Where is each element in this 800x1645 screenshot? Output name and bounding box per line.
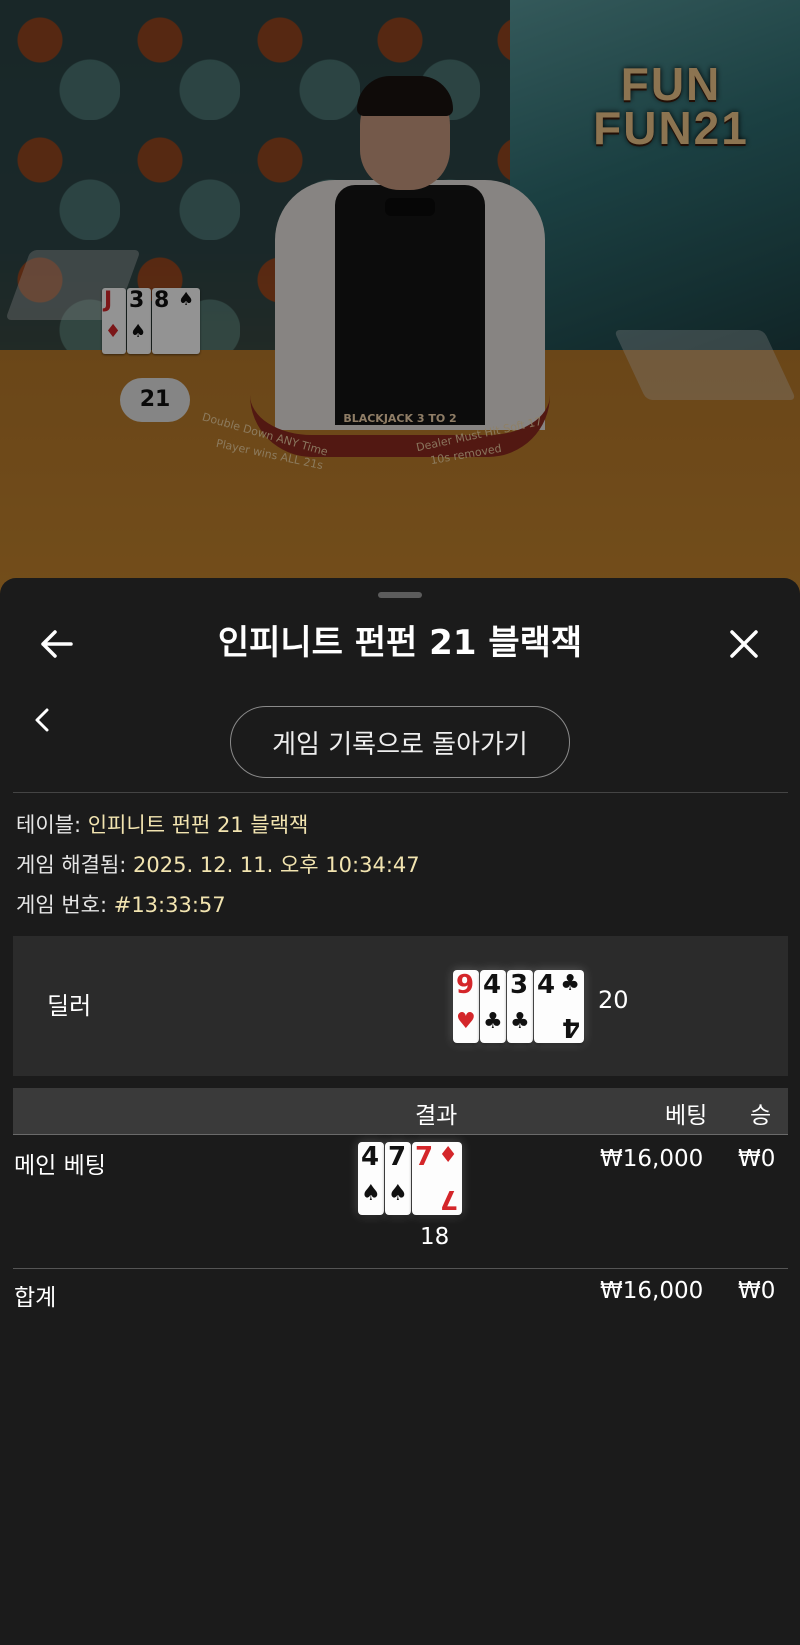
player-cards: 4 ♠ 7 ♠ 7 ♦ 7 [358, 1142, 463, 1215]
sheet-title: 인피니트 펀펀 21 블랙잭 [217, 623, 583, 663]
main-bet-amount: ₩16,000 [600, 1146, 704, 1172]
divider [13, 1134, 788, 1135]
playing-card: 3 ♣ [507, 970, 533, 1043]
header-bet: 베팅 [665, 1103, 708, 1129]
total-bet-amount: ₩16,000 [600, 1278, 704, 1304]
playing-card: 7 ♠ [385, 1142, 411, 1215]
video-dim-overlay [0, 0, 800, 600]
playing-card: 9 ♥ [453, 970, 479, 1043]
dealer-result-panel: 딜러 9 ♥ 4 ♣ 3 ♣ 4 ♣ 4 20 [13, 936, 788, 1076]
total-label: 합계 [14, 1285, 57, 1311]
results-table-header: 결과 베팅 승 [13, 1088, 788, 1134]
divider [13, 792, 788, 793]
meta-table: 테이블: 인피니트 펀펀 21 블랙잭 [16, 813, 309, 837]
main-bet-win: ₩0 [738, 1146, 776, 1172]
game-history-sheet: 인피니트 펀펀 21 블랙잭 게임 기록으로 돌아가기 테이블: 인피니트 펀펀… [0, 578, 800, 1645]
player-score: 18 [420, 1224, 450, 1250]
dealer-cards: 9 ♥ 4 ♣ 3 ♣ 4 ♣ 4 [453, 970, 585, 1043]
divider [13, 1268, 788, 1269]
back-arrow-icon[interactable] [32, 620, 80, 668]
main-bet-label: 메인 베팅 [14, 1153, 106, 1179]
header-result: 결과 [415, 1103, 458, 1129]
meta-resolved-time: 게임 해결됨: 2025. 12. 11. 오후 10:34:47 [16, 853, 420, 877]
live-video-stream: FUN FUN21 BLACKJACK 3 TO 2 Double Down A… [0, 0, 800, 600]
header-win: 승 [750, 1103, 772, 1129]
playing-card: 4 ♠ [358, 1142, 384, 1215]
total-win: ₩0 [738, 1278, 776, 1304]
chevron-left-icon[interactable] [20, 698, 64, 742]
drag-handle[interactable] [378, 592, 422, 598]
dealer-label: 딜러 [47, 992, 92, 1020]
playing-card: 4 ♣ 4 [534, 970, 584, 1043]
playing-card: 7 ♦ 7 [412, 1142, 462, 1215]
close-icon[interactable] [720, 620, 768, 668]
back-to-history-button[interactable]: 게임 기록으로 돌아가기 [230, 706, 570, 778]
dealer-score: 20 [598, 986, 629, 1014]
meta-game-id: 게임 번호: #13:33:57 [16, 893, 226, 917]
playing-card: 4 ♣ [480, 970, 506, 1043]
